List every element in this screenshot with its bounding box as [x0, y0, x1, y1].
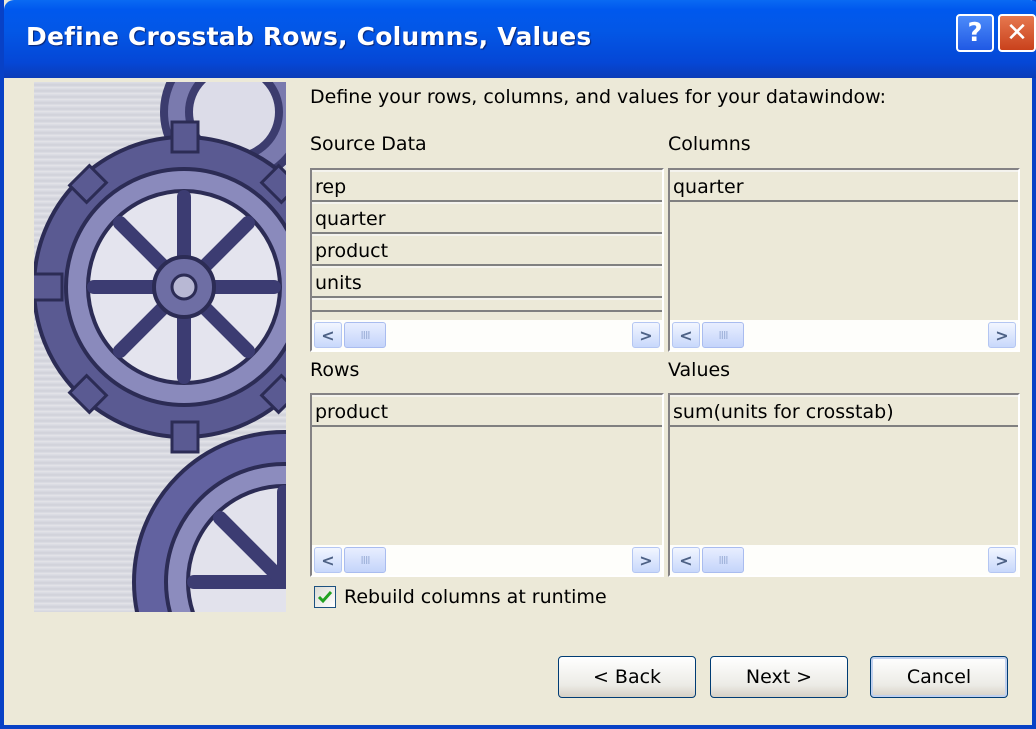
source-data-list[interactable]: rep quarter product units < IIII >: [310, 168, 664, 352]
source-data-label: Source Data: [310, 133, 427, 155]
chevron-left-icon: <: [679, 550, 693, 570]
columns-label: Columns: [668, 133, 751, 155]
list-item[interactable]: rep: [312, 170, 662, 202]
chevron-right-icon: >: [995, 550, 1009, 570]
chevron-left-icon: <: [321, 325, 335, 345]
list-item[interactable]: quarter: [670, 170, 1018, 202]
chevron-left-icon: <: [321, 550, 335, 570]
dialog-title: Define Crosstab Rows, Columns, Values: [26, 22, 592, 51]
intro-text: Define your rows, columns, and values fo…: [310, 86, 887, 108]
chevron-left-icon: <: [679, 325, 693, 345]
scroll-thumb[interactable]: IIII: [344, 322, 386, 348]
values-label: Values: [668, 359, 731, 381]
scroll-thumb[interactable]: IIII: [344, 547, 386, 573]
help-button[interactable]: ?: [956, 14, 994, 52]
gears-icon: [34, 82, 286, 612]
scroll-right-button[interactable]: >: [632, 322, 660, 348]
scroll-left-button[interactable]: <: [314, 322, 342, 348]
values-list[interactable]: sum(units for crosstab) < IIII >: [668, 393, 1020, 577]
grip-icon: IIII: [360, 553, 371, 567]
scroll-left-button[interactable]: <: [672, 322, 700, 348]
grip-icon: IIII: [718, 553, 729, 567]
scroll-right-button[interactable]: >: [988, 322, 1016, 348]
horizontal-scrollbar[interactable]: < IIII >: [312, 320, 662, 350]
rows-list[interactable]: product < IIII >: [310, 393, 664, 577]
next-button[interactable]: Next >: [710, 656, 848, 698]
cancel-button[interactable]: Cancel: [870, 656, 1008, 698]
back-button[interactable]: < Back: [558, 656, 696, 698]
rebuild-columns-label[interactable]: Rebuild columns at runtime: [344, 586, 607, 608]
help-icon: ?: [967, 18, 983, 48]
scroll-left-button[interactable]: <: [314, 547, 342, 573]
list-item[interactable]: units: [312, 266, 662, 298]
scroll-thumb[interactable]: IIII: [702, 547, 744, 573]
scroll-left-button[interactable]: <: [672, 547, 700, 573]
columns-list[interactable]: quarter < IIII >: [668, 168, 1020, 352]
horizontal-scrollbar[interactable]: < IIII >: [312, 545, 662, 575]
horizontal-scrollbar[interactable]: < IIII >: [670, 545, 1018, 575]
rebuild-columns-checkbox[interactable]: [314, 586, 336, 608]
scroll-thumb[interactable]: IIII: [702, 322, 744, 348]
chevron-right-icon: >: [639, 325, 653, 345]
list-filler: [312, 298, 662, 312]
list-item[interactable]: quarter: [312, 202, 662, 234]
close-icon: ✕: [1006, 18, 1028, 48]
title-bar[interactable]: Define Crosstab Rows, Columns, Values ? …: [4, 0, 1036, 78]
chevron-right-icon: >: [639, 550, 653, 570]
crosstab-dialog: Define Crosstab Rows, Columns, Values ? …: [0, 0, 1036, 729]
grip-icon: IIII: [718, 328, 729, 342]
close-button[interactable]: ✕: [998, 14, 1036, 52]
grip-icon: IIII: [360, 328, 371, 342]
rows-label: Rows: [310, 359, 360, 381]
list-item[interactable]: sum(units for crosstab): [670, 395, 1018, 427]
checkmark-icon: [317, 591, 333, 604]
gears-illustration: [34, 82, 286, 612]
scroll-right-button[interactable]: >: [632, 547, 660, 573]
list-item[interactable]: product: [312, 395, 662, 427]
chevron-right-icon: >: [995, 325, 1009, 345]
list-item[interactable]: product: [312, 234, 662, 266]
scroll-right-button[interactable]: >: [988, 547, 1016, 573]
horizontal-scrollbar[interactable]: < IIII >: [670, 320, 1018, 350]
